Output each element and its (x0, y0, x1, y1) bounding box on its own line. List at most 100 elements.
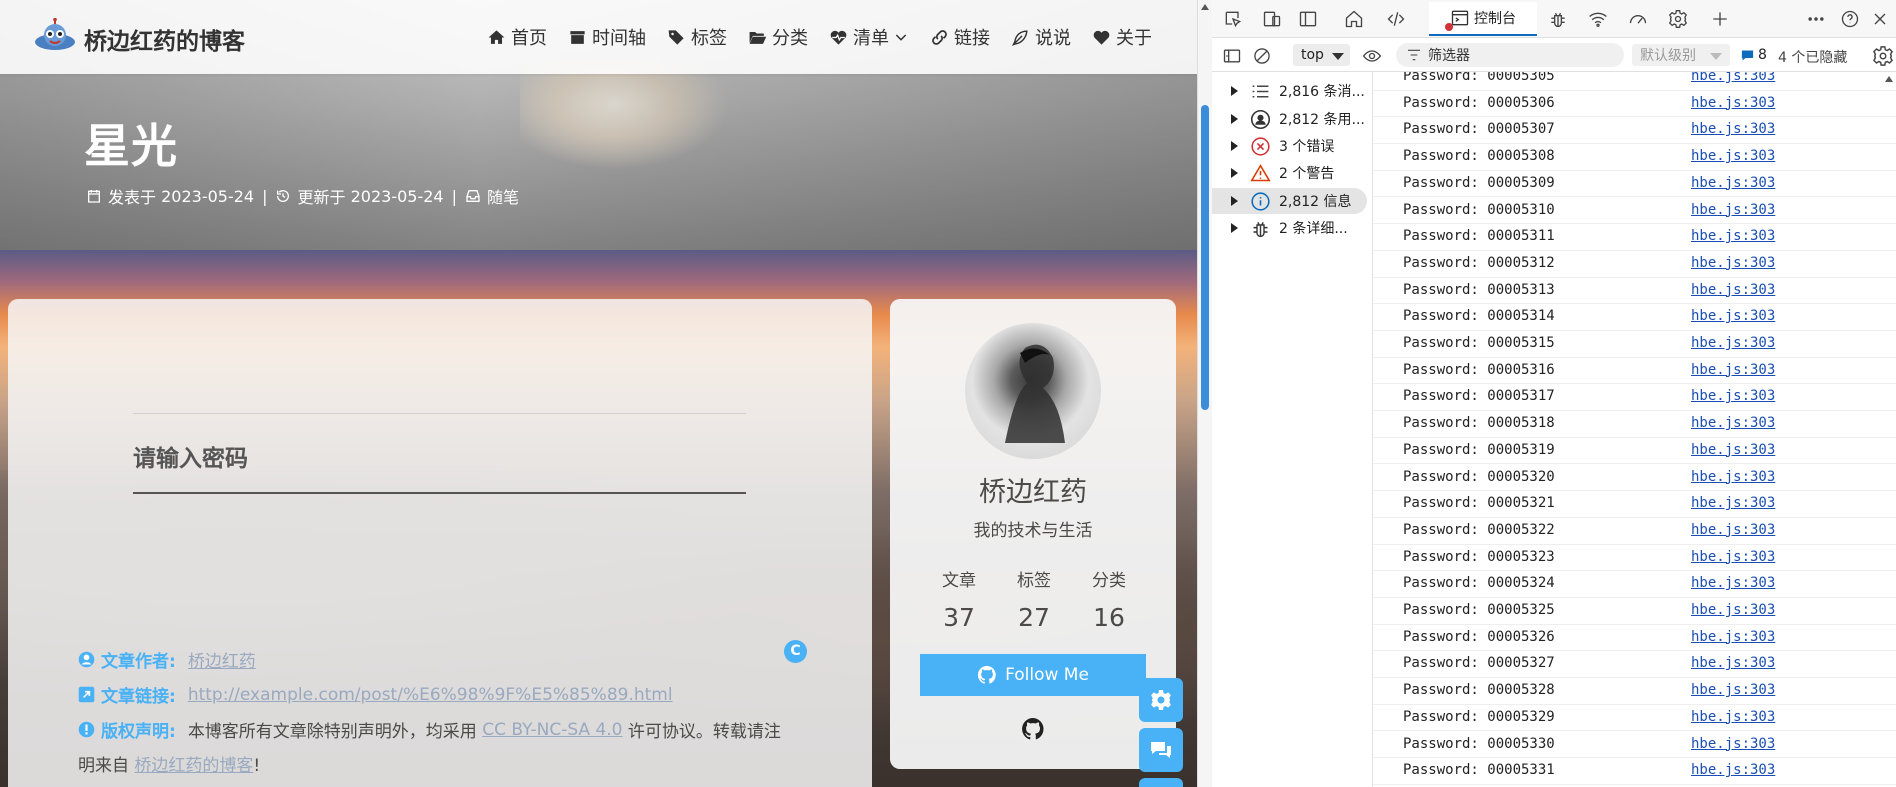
scrollbar-thumb[interactable] (1201, 105, 1209, 410)
issues-counter[interactable]: 8 (1740, 47, 1767, 63)
console-source-link[interactable]: hbe.js:303 (1691, 709, 1775, 725)
nav-tags[interactable]: 标签 (667, 24, 727, 50)
home-icon (1345, 10, 1363, 28)
console-source-link[interactable]: hbe.js:303 (1691, 202, 1775, 218)
nav-links[interactable]: 链接 (930, 24, 990, 50)
console-source-link[interactable]: hbe.js:303 (1691, 255, 1775, 271)
console-source-link[interactable]: hbe.js:303 (1691, 308, 1775, 324)
console-source-link[interactable]: hbe.js:303 (1691, 388, 1775, 404)
sidebar-item-warnings[interactable]: 2 个警告 (1212, 160, 1373, 186)
console-source-link[interactable]: hbe.js:303 (1691, 736, 1775, 752)
console-source-link[interactable]: hbe.js:303 (1691, 72, 1775, 84)
close-devtools-button[interactable] (1868, 7, 1892, 31)
avatar[interactable] (965, 323, 1101, 459)
follow-me-button[interactable]: Follow Me (920, 654, 1146, 696)
expand-arrow-icon[interactable] (1231, 196, 1238, 206)
console-filter-input[interactable]: 筛选器 (1396, 43, 1624, 67)
console-scrollbar[interactable] (1882, 72, 1896, 787)
sidebar-item-user-messages[interactable]: 2,812 条用... (1212, 106, 1373, 132)
copyright-post-link[interactable]: http://example.com/post/%E6%98%9F%E5%85%… (188, 685, 673, 705)
github-icon[interactable] (1021, 717, 1045, 741)
expand-arrow-icon[interactable] (1231, 86, 1238, 96)
console-settings-button[interactable] (1872, 45, 1894, 67)
post-updated-date: 2023-05-24 (350, 186, 444, 206)
console-sidebar-toggle[interactable] (1222, 46, 1242, 66)
device-emulation-button[interactable] (1260, 7, 1284, 31)
console-source-link[interactable]: hbe.js:303 (1691, 121, 1775, 137)
live-expression-button[interactable] (1362, 46, 1382, 66)
nav-archive[interactable]: 时间轴 (568, 24, 646, 50)
console-log-message: Password: 00005326 (1403, 628, 1555, 645)
network-tab[interactable] (1586, 7, 1610, 31)
nav-talks[interactable]: 说说 (1011, 24, 1071, 50)
password-input[interactable] (133, 474, 746, 494)
expand-arrow-icon[interactable] (1231, 114, 1238, 124)
stat-articles[interactable]: 文章 37 (929, 566, 989, 632)
console-source-link[interactable]: hbe.js:303 (1691, 522, 1775, 538)
comments-float-button[interactable] (1139, 728, 1183, 772)
console-log-message: Password: 00005324 (1403, 575, 1555, 592)
console-source-link[interactable]: hbe.js:303 (1691, 95, 1775, 111)
performance-tab[interactable] (1626, 7, 1650, 31)
console-source-link[interactable]: hbe.js:303 (1691, 682, 1775, 698)
settings-float-button[interactable] (1139, 678, 1183, 722)
expand-arrow-icon[interactable] (1231, 168, 1238, 178)
expand-arrow-icon[interactable] (1231, 141, 1238, 151)
license-link[interactable]: CC BY-NC-SA 4.0 (482, 720, 622, 740)
console-source-link[interactable]: hbe.js:303 (1691, 469, 1775, 485)
console-source-link[interactable]: hbe.js:303 (1691, 602, 1775, 618)
site-title[interactable]: 桥边红药的博客 (84, 22, 245, 56)
console-source-link[interactable]: hbe.js:303 (1691, 762, 1775, 778)
context-select[interactable]: top (1293, 44, 1350, 66)
welcome-tab[interactable] (1342, 7, 1366, 31)
console-source-link[interactable]: hbe.js:303 (1691, 362, 1775, 378)
console-source-link[interactable]: hbe.js:303 (1691, 575, 1775, 591)
expand-arrow-icon[interactable] (1231, 223, 1238, 233)
sources-tab[interactable] (1546, 7, 1570, 31)
log-level-select[interactable]: 默认级别 (1632, 44, 1730, 66)
console-source-link[interactable]: hbe.js:303 (1691, 148, 1775, 164)
scroll-up-arrow[interactable] (1201, 4, 1209, 10)
stat-tags[interactable]: 标签 27 (1004, 566, 1064, 632)
tab-console[interactable]: 控制台 (1429, 2, 1537, 36)
console-source-link[interactable]: hbe.js:303 (1691, 549, 1775, 565)
post-meta: 发表于 2023-05-24 | 更新于 2023-05-24 | 随笔 (86, 184, 519, 208)
sidebar-item-messages[interactable]: 2,816 条消... (1212, 78, 1373, 104)
console-source-link[interactable]: hbe.js:303 (1691, 415, 1775, 431)
console-log-message: Password: 00005321 (1403, 495, 1555, 512)
console-source-link[interactable]: hbe.js:303 (1691, 282, 1775, 298)
post-category[interactable]: 随笔 (465, 184, 519, 208)
stat-categories[interactable]: 分类 16 (1079, 566, 1139, 632)
inspect-icon (1225, 11, 1242, 28)
copyright-author-link[interactable]: 桥边红药 (188, 647, 256, 672)
more-float-button[interactable] (1139, 778, 1183, 787)
clear-icon (1254, 48, 1270, 64)
scroll-up-arrow[interactable] (1885, 76, 1893, 82)
clear-console-button[interactable] (1252, 46, 1272, 66)
site-logo-icon[interactable] (33, 18, 77, 58)
inspect-button[interactable] (1221, 7, 1245, 31)
elements-tab[interactable] (1384, 7, 1408, 31)
license-source-link[interactable]: 桥边红药的博客 (134, 756, 253, 776)
sidebar-item-errors[interactable]: 3 个错误 (1212, 133, 1373, 159)
console-source-link[interactable]: hbe.js:303 (1691, 228, 1775, 244)
nav-list[interactable]: 清单 (829, 24, 909, 50)
console-source-link[interactable]: hbe.js:303 (1691, 495, 1775, 511)
add-tab-button[interactable] (1708, 7, 1732, 31)
more-options-button[interactable] (1804, 7, 1828, 31)
sidebar-item-info[interactable]: 2,812 信息 (1212, 188, 1367, 214)
console-log-message: Password: 00005307 (1403, 121, 1555, 138)
nav-categories[interactable]: 分类 (748, 24, 808, 50)
devtools-settings-tab[interactable] (1666, 7, 1690, 31)
console-source-link[interactable]: hbe.js:303 (1691, 175, 1775, 191)
sidebar-item-verbose[interactable]: 2 条详细... (1212, 215, 1373, 241)
console-source-link[interactable]: hbe.js:303 (1691, 629, 1775, 645)
page-scrollbar[interactable] (1197, 0, 1212, 787)
console-source-link[interactable]: hbe.js:303 (1691, 442, 1775, 458)
help-button[interactable] (1838, 7, 1862, 31)
console-source-link[interactable]: hbe.js:303 (1691, 335, 1775, 351)
nav-about[interactable]: 关于 (1092, 24, 1152, 50)
nav-home[interactable]: 首页 (487, 24, 547, 50)
dock-button[interactable] (1296, 7, 1320, 31)
console-source-link[interactable]: hbe.js:303 (1691, 655, 1775, 671)
